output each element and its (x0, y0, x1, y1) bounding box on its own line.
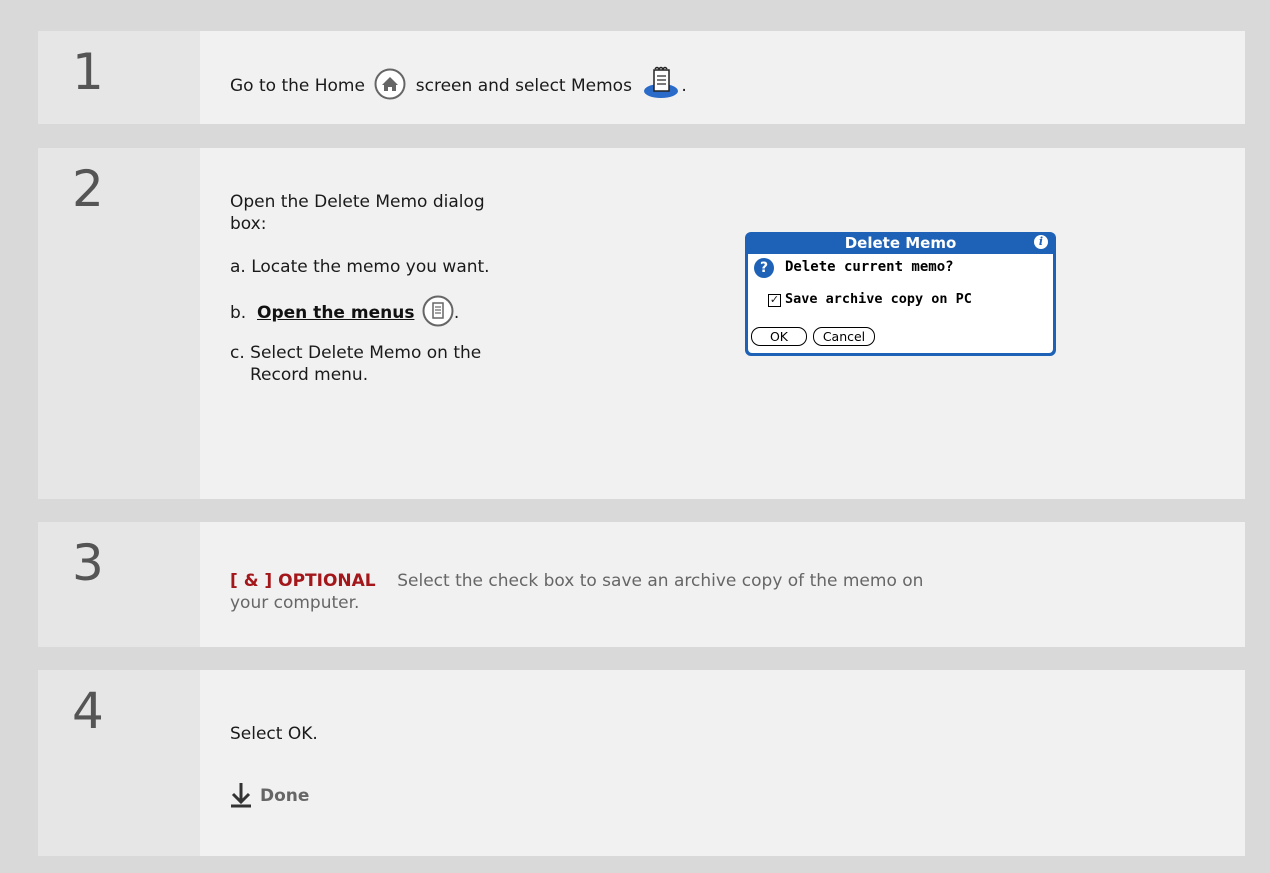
step-number: 2 (38, 148, 200, 499)
step-3-line-2: your computer. (230, 593, 360, 613)
question-icon: ? (754, 258, 774, 278)
down-arrow-icon (231, 783, 251, 808)
cancel-button[interactable]: Cancel (813, 327, 875, 346)
step-4: 4 Select OK. Done (38, 670, 1245, 856)
home-icon (374, 68, 406, 100)
step-4-content: Select OK. Done (200, 670, 1245, 856)
step-2-item-a: a. Locate the memo you want. (230, 257, 490, 277)
done-marker: Done (230, 782, 309, 808)
step-number: 1 (38, 31, 200, 124)
archive-checkbox[interactable]: ✓ (768, 294, 781, 307)
step-1: 1 Go to the Home screen and select Memos… (38, 31, 1245, 124)
info-icon[interactable]: i (1034, 235, 1048, 249)
dialog-body: ? Delete current memo? ✓ Save archive co… (748, 254, 1053, 353)
step-4-text: Select OK. (230, 724, 318, 744)
step-3-line-1: [ & ] OPTIONAL Select the check box to s… (230, 571, 924, 591)
open-menus-link[interactable]: Open the menus (257, 303, 414, 323)
page: 1 Go to the Home screen and select Memos… (0, 0, 1270, 873)
optional-tag: [ & ] OPTIONAL (230, 571, 376, 591)
dialog-message: Delete current memo? (785, 259, 954, 275)
ok-button[interactable]: OK (751, 327, 807, 346)
step-1-text: Go to the Home screen and select Memos . (230, 65, 687, 100)
step-2-intro-2: box: (230, 214, 267, 234)
step-2-item-b: b. Open the menus . (230, 295, 459, 327)
step-2-item-c: c. Select Delete Memo on the (230, 343, 482, 363)
step-1-content: Go to the Home screen and select Memos . (200, 31, 1245, 124)
memos-icon (644, 66, 679, 98)
delete-memo-dialog: Delete Memo i ? Delete current memo? ✓ S… (745, 232, 1056, 356)
step-2-intro: Open the Delete Memo dialog (230, 192, 485, 212)
dialog-title: Delete Memo (844, 234, 957, 252)
step-3-content: [ & ] OPTIONAL Select the check box to s… (200, 522, 1245, 647)
step-number: 4 (38, 670, 200, 856)
step-number: 3 (38, 522, 200, 647)
step-2-content: Open the Delete Memo dialog box: a. Loca… (200, 148, 1245, 499)
step-2: 2 Open the Delete Memo dialog box: a. Lo… (38, 148, 1245, 499)
menu-icon (422, 295, 454, 327)
step-2-item-c-2: Record menu. (250, 365, 369, 385)
archive-checkbox-label: Save archive copy on PC (785, 291, 972, 307)
step-3: 3 [ & ] OPTIONAL Select the check box to… (38, 522, 1245, 647)
